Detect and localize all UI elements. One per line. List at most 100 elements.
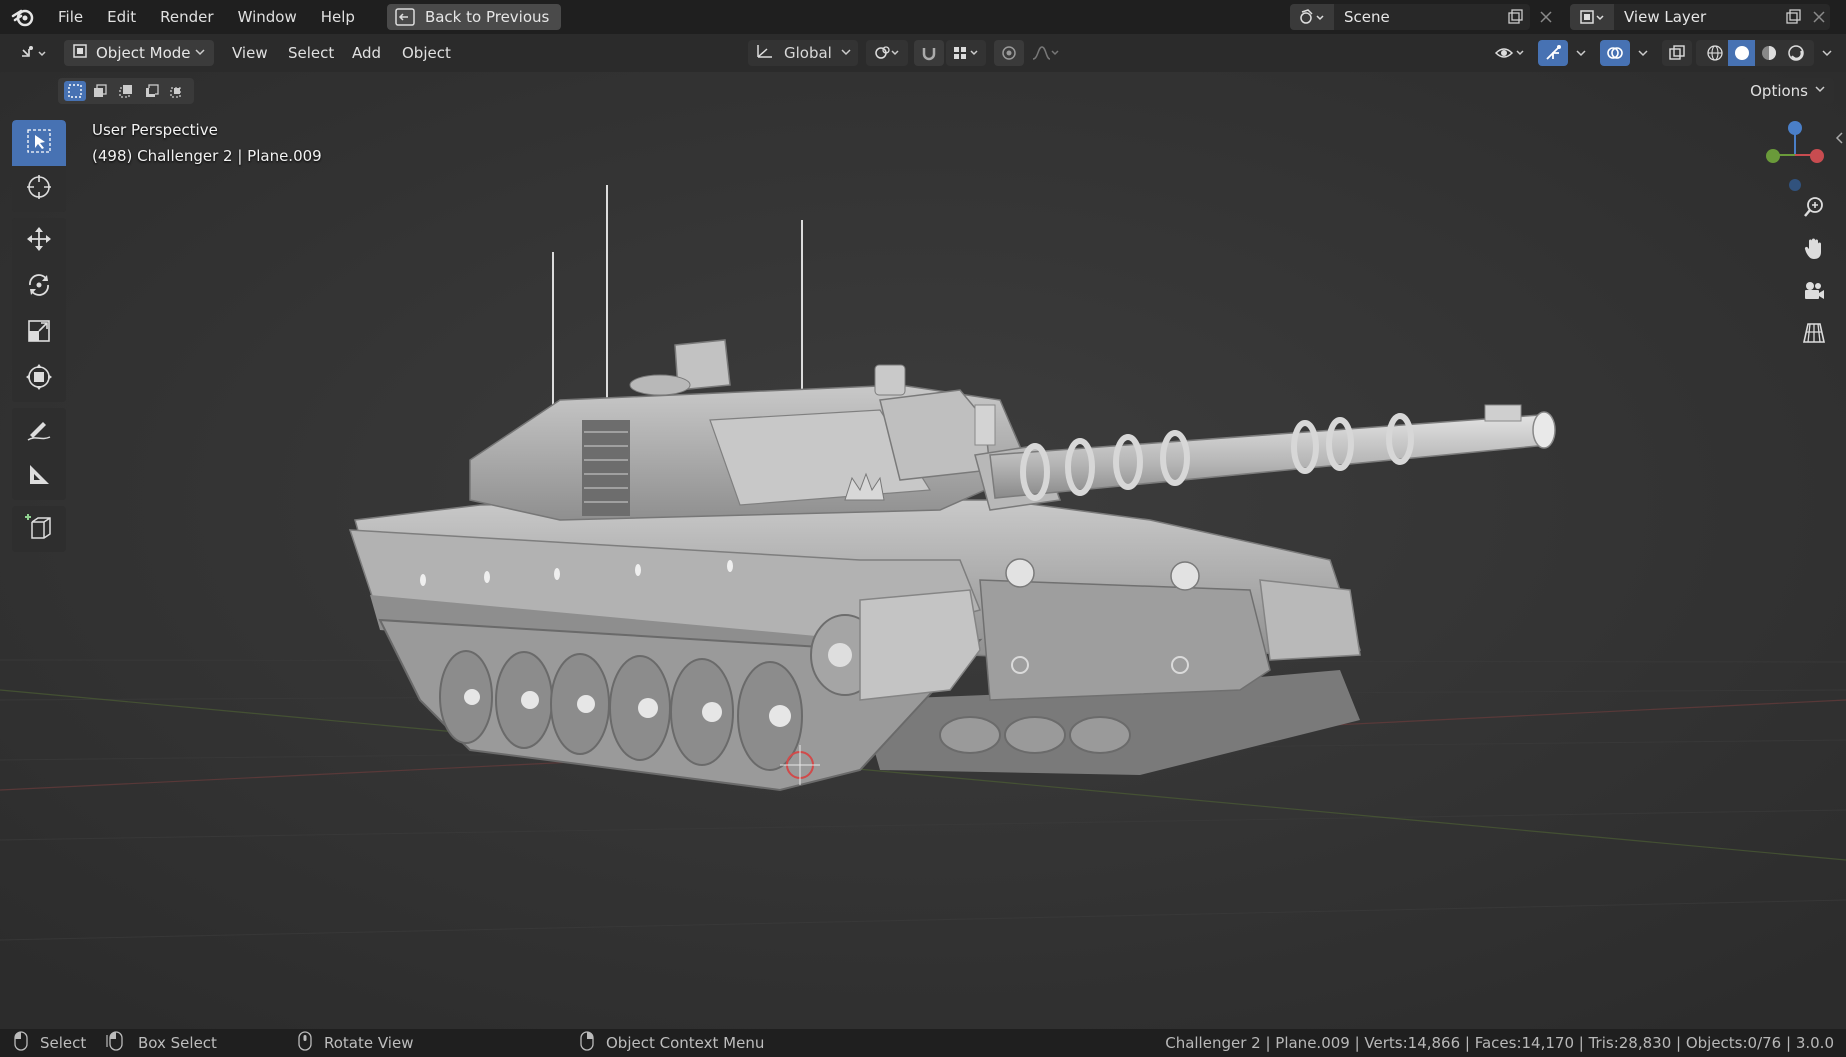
menu-file[interactable]: File — [46, 0, 95, 34]
orientation-label: Global — [784, 44, 832, 62]
scale-icon — [25, 317, 53, 349]
shading-mode-group — [1696, 40, 1814, 66]
shading-dropdown-icon[interactable] — [1816, 40, 1838, 66]
cursor-tool[interactable] — [12, 166, 66, 212]
menu-window[interactable]: Window — [226, 0, 309, 34]
status-select-label: Select — [40, 1034, 87, 1052]
transform-icon — [25, 363, 53, 395]
viewport-header: Object Mode View Select Add Object Globa… — [0, 34, 1846, 72]
menu-add[interactable]: Add — [342, 40, 391, 66]
zoom-icon — [1803, 196, 1825, 222]
new-scene-icon[interactable] — [1502, 4, 1528, 30]
overlays-dropdown-icon[interactable] — [1632, 40, 1654, 66]
show-gizmo-icon[interactable] — [1538, 40, 1568, 66]
scene-name[interactable]: Scene — [1334, 8, 1390, 26]
status-context-menu-hint: Object Context Menu — [580, 1029, 764, 1057]
measure-tool[interactable] — [12, 454, 66, 500]
scene-icon[interactable] — [1290, 4, 1334, 30]
transform-tool[interactable] — [12, 356, 66, 402]
transform-orientation-dropdown[interactable]: Global — [748, 40, 858, 66]
rotate-tool[interactable] — [12, 264, 66, 310]
scale-tool[interactable] — [12, 310, 66, 356]
menu-select[interactable]: Select — [278, 40, 344, 66]
top-menu-bar: File Edit Render Window Help Back to Pre… — [0, 0, 1846, 34]
back-arrow-icon — [395, 8, 415, 26]
mouse-middle-icon — [298, 1031, 312, 1055]
visibility-eye-icon[interactable] — [1488, 40, 1532, 66]
status-bar: Select Box Select Rotate View Object Con… — [0, 1029, 1846, 1057]
move-icon — [25, 225, 53, 257]
menu-view[interactable]: View — [222, 40, 278, 66]
view-layer-name[interactable]: View Layer — [1614, 8, 1706, 26]
tool-group-select — [12, 120, 66, 212]
move-tool[interactable] — [12, 218, 66, 264]
tool-group-add — [12, 506, 66, 552]
wireframe-shading-icon[interactable] — [1701, 40, 1728, 66]
select-difference-icon[interactable] — [141, 81, 163, 101]
status-rotate-view-label: Rotate View — [324, 1034, 414, 1052]
ortho-perspective-button[interactable] — [1796, 317, 1832, 353]
mouse-left-icon — [14, 1031, 28, 1055]
view-layer-selector[interactable]: View Layer — [1570, 4, 1830, 30]
grid-icon — [1802, 322, 1826, 348]
add-cube-tool[interactable] — [12, 506, 66, 552]
select-box-icon — [26, 128, 52, 158]
view-layer-icon[interactable] — [1570, 4, 1614, 30]
zoom-navigation-button[interactable] — [1796, 191, 1832, 227]
mouse-right-icon — [580, 1031, 594, 1055]
material-preview-icon[interactable] — [1755, 40, 1782, 66]
scene-selector[interactable]: Scene — [1290, 4, 1530, 30]
select-extend-icon[interactable] — [89, 81, 111, 101]
rendered-shading-icon[interactable] — [1782, 40, 1809, 66]
add-cube-icon — [24, 512, 54, 546]
hand-pan-icon — [1803, 237, 1825, 265]
editor-type-icon[interactable] — [12, 40, 56, 66]
select-intersect-icon[interactable] — [166, 81, 188, 101]
orientation-axes-icon — [754, 42, 776, 64]
pivot-point-icon[interactable] — [866, 40, 908, 66]
chevron-down-icon — [1814, 82, 1826, 100]
axis-gizmo[interactable] — [1760, 115, 1830, 195]
rotate-icon — [25, 271, 53, 303]
selection-mode-bar — [58, 78, 194, 104]
view-perspective-label: User Perspective — [92, 121, 218, 139]
menu-object[interactable]: Object — [392, 40, 461, 66]
object-mode-icon — [72, 43, 88, 63]
left-toolbar — [12, 120, 66, 558]
measure-icon — [25, 461, 53, 493]
menu-render[interactable]: Render — [148, 0, 225, 34]
camera-icon — [1802, 280, 1826, 306]
tool-group-annotate — [12, 408, 66, 500]
select-new-icon[interactable] — [63, 81, 86, 101]
mouse-drag-icon — [106, 1031, 126, 1055]
camera-view-button[interactable] — [1796, 275, 1832, 311]
sidebar-toggle-icon[interactable] — [1834, 130, 1846, 146]
menu-help[interactable]: Help — [309, 0, 367, 34]
back-to-previous-label: Back to Previous — [424, 8, 550, 26]
new-view-layer-icon[interactable] — [1780, 4, 1806, 30]
menu-edit[interactable]: Edit — [95, 0, 148, 34]
gizmo-dropdown-icon[interactable] — [1570, 40, 1592, 66]
back-to-previous-button[interactable]: Back to Previous — [386, 4, 562, 30]
status-rotate-view-hint: Rotate View — [298, 1029, 413, 1057]
pan-navigation-button[interactable] — [1796, 233, 1832, 269]
status-box-select-hint: Box Select — [106, 1029, 217, 1057]
blender-logo-icon[interactable] — [0, 0, 46, 34]
cursor-icon — [25, 173, 53, 205]
delete-scene-icon[interactable] — [1533, 4, 1559, 30]
chevron-down-icon — [194, 45, 206, 63]
snap-magnet-icon[interactable] — [914, 40, 944, 66]
select-subtract-icon[interactable] — [115, 81, 137, 101]
snap-increment-icon[interactable] — [946, 40, 986, 66]
falloff-curve-icon[interactable] — [1026, 40, 1064, 66]
proportional-editing-icon[interactable] — [994, 40, 1024, 66]
solid-shading-icon[interactable] — [1728, 40, 1755, 66]
object-mode-dropdown[interactable]: Object Mode — [64, 40, 214, 66]
xray-toggle-icon[interactable] — [1662, 40, 1692, 66]
annotate-tool[interactable] — [12, 408, 66, 454]
object-mode-label: Object Mode — [96, 44, 191, 62]
options-dropdown[interactable]: Options — [1742, 78, 1834, 104]
show-overlays-icon[interactable] — [1600, 40, 1630, 66]
delete-view-layer-icon[interactable] — [1806, 4, 1832, 30]
select-box-tool[interactable] — [12, 120, 66, 166]
